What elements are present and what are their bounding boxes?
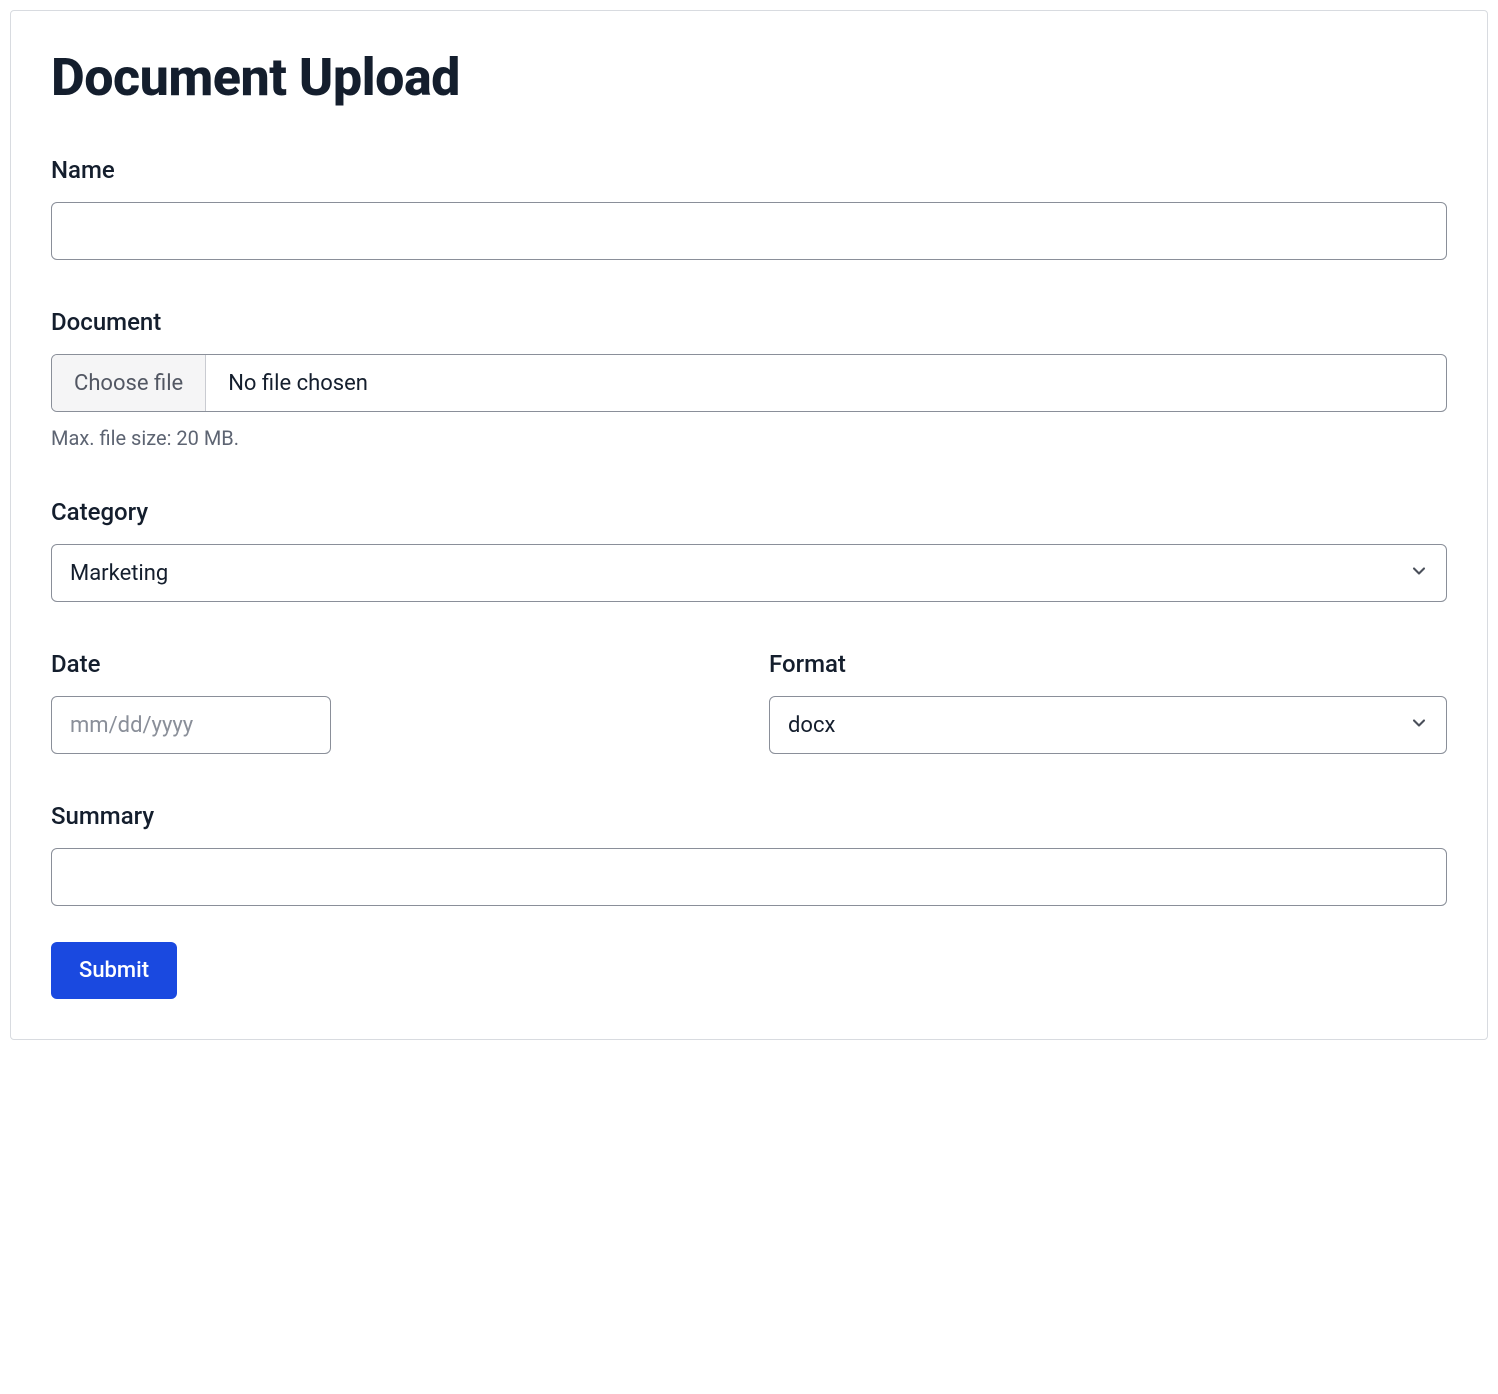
category-field-group: Category Marketing [51,498,1447,602]
file-help-text: Max. file size: 20 MB. [51,426,1447,450]
file-status-text: No file chosen [206,355,390,411]
format-select-wrapper: docx [769,696,1447,754]
name-label: Name [51,156,1447,184]
summary-field-group: Summary [51,802,1447,906]
format-field-group: Format docx [769,650,1447,754]
category-select-wrapper: Marketing [51,544,1447,602]
date-field-group: Date [51,650,729,754]
format-label: Format [769,650,1447,678]
date-label: Date [51,650,729,678]
file-input-wrapper: Choose file No file chosen [51,354,1447,412]
summary-label: Summary [51,802,1447,830]
upload-form-container: Document Upload Name Document Choose fil… [10,10,1488,1040]
name-field-group: Name [51,156,1447,260]
date-format-row: Date Format docx [51,650,1447,754]
document-field-group: Document Choose file No file chosen Max.… [51,308,1447,450]
name-input[interactable] [51,202,1447,260]
category-label: Category [51,498,1447,526]
document-label: Document [51,308,1447,336]
category-select[interactable]: Marketing [51,544,1447,602]
submit-button[interactable]: Submit [51,942,177,999]
page-title: Document Upload [51,47,1447,108]
choose-file-button[interactable]: Choose file [52,355,206,411]
summary-input[interactable] [51,848,1447,906]
date-input[interactable] [51,696,331,754]
format-select[interactable]: docx [769,696,1447,754]
